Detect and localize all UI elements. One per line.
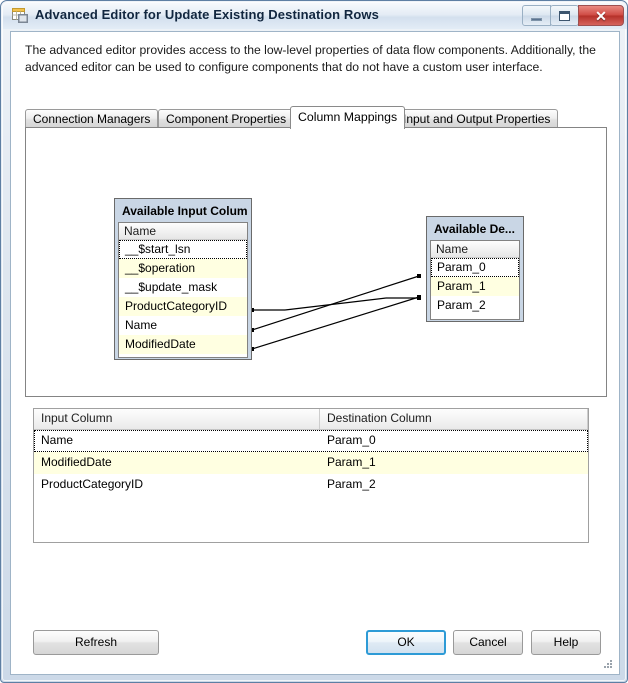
input-column-row[interactable]: __$update_mask <box>119 278 247 297</box>
available-destination-columns-box[interactable]: Available De... Name Param_0 Param_1 Par… <box>426 216 524 322</box>
help-button[interactable]: Help <box>531 630 601 655</box>
title-bar[interactable]: Advanced Editor for Update Existing Dest… <box>3 3 627 29</box>
grid-header-destination-column: Destination Column <box>320 409 588 429</box>
table-editor-icon <box>12 7 29 24</box>
available-destination-columns-title: Available De... <box>434 222 515 236</box>
grid-cell-input[interactable]: Name <box>34 430 320 452</box>
available-input-columns-list[interactable]: Name __$start_lsn __$operation __$update… <box>118 222 248 358</box>
dialog-client-area: The advanced editor provides access to t… <box>10 31 620 675</box>
input-column-row[interactable]: __$operation <box>119 259 247 278</box>
available-input-columns-title: Available Input Colum... <box>122 204 248 218</box>
close-button[interactable]: ✕ <box>578 5 624 26</box>
column-mapping-grid[interactable]: Input Column Destination Column Name Par… <box>33 408 589 543</box>
input-column-row[interactable]: ProductCategoryID <box>119 297 247 316</box>
destination-column-row[interactable]: Param_2 <box>431 296 519 315</box>
tab-component-properties[interactable]: Component Properties <box>158 109 295 128</box>
resize-grip-icon[interactable] <box>602 658 614 670</box>
grid-header-input-column: Input Column <box>34 409 320 429</box>
grid-row[interactable]: Name Param_0 <box>34 430 588 452</box>
grid-row[interactable]: ProductCategoryID Param_2 <box>34 474 588 496</box>
available-destination-columns-list[interactable]: Name Param_0 Param_1 Param_2 <box>430 240 520 320</box>
minimize-button[interactable] <box>522 5 551 26</box>
tab-strip: Connection Managers Component Properties… <box>25 106 607 129</box>
dialog-window: Advanced Editor for Update Existing Dest… <box>0 0 628 683</box>
grid-cell-input[interactable]: ModifiedDate <box>34 452 320 474</box>
window-title: Advanced Editor for Update Existing Dest… <box>35 7 379 22</box>
input-column-row[interactable]: __$start_lsn <box>119 240 247 259</box>
grid-cell-destination[interactable]: Param_0 <box>320 430 588 452</box>
grid-header-row: Input Column Destination Column <box>34 409 588 430</box>
ok-button[interactable]: OK <box>366 630 446 655</box>
tab-input-and-output-properties[interactable]: Input and Output Properties <box>395 109 559 128</box>
tab-connection-managers[interactable]: Connection Managers <box>25 109 159 128</box>
grid-cell-input[interactable]: ProductCategoryID <box>34 474 320 496</box>
grid-cell-destination[interactable]: Param_2 <box>320 474 588 496</box>
grid-row[interactable]: ModifiedDate Param_1 <box>34 452 588 474</box>
maximize-icon <box>559 10 570 21</box>
input-column-row[interactable]: ModifiedDate <box>119 335 247 354</box>
window-controls: ✕ <box>522 5 624 26</box>
destination-column-row[interactable]: Param_1 <box>431 277 519 296</box>
available-input-columns-box[interactable]: Available Input Colum... Name __$start_l… <box>114 198 252 360</box>
minimize-icon <box>531 17 542 21</box>
dialog-description: The advanced editor provides access to t… <box>25 43 596 74</box>
destination-columns-header-name: Name <box>431 241 519 258</box>
grid-cell-destination[interactable]: Param_1 <box>320 452 588 474</box>
tab-column-mappings[interactable]: Column Mappings <box>290 106 406 129</box>
cancel-button[interactable]: Cancel <box>453 630 523 655</box>
maximize-button[interactable] <box>550 5 579 26</box>
close-icon: ✕ <box>595 7 607 24</box>
input-column-row[interactable]: Name <box>119 316 247 335</box>
column-mapping-diagram-panel[interactable]: Available Input Colum... Name __$start_l… <box>25 127 607 397</box>
destination-column-row[interactable]: Param_0 <box>431 258 519 277</box>
input-columns-header-name: Name <box>119 223 247 240</box>
refresh-button[interactable]: Refresh <box>33 630 159 655</box>
